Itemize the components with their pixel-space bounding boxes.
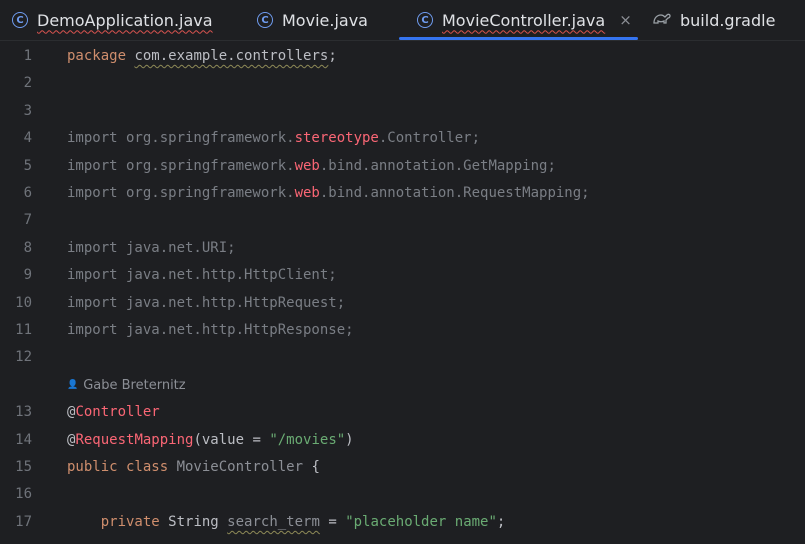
- code-token: RequestMapping: [75, 431, 194, 448]
- code-token: import org.springframework.: [67, 185, 295, 201]
- code-token: import java.net.http.HttpRequest;: [67, 294, 346, 311]
- code-token: "/movies": [269, 431, 346, 448]
- code-token: import java.net.http.HttpResponse;: [67, 322, 354, 338]
- tab-demo-application[interactable]: C DemoApplication.java: [12, 0, 213, 40]
- code-line[interactable]: 5 import org.springframework.web.bind.ann…: [0, 153, 805, 180]
- code-token: import java.net.http.HttpClient;: [67, 267, 337, 284]
- editor-tab-bar: C DemoApplication.java C Movie.java C Mo…: [0, 0, 805, 41]
- code-token: web: [294, 157, 320, 174]
- code-line[interactable]: 6 import org.springframework.web.bind.ann…: [0, 180, 805, 207]
- line-number: 5: [23, 157, 32, 174]
- code-line[interactable]: 9 import java.net.http.HttpClient;: [0, 262, 805, 289]
- code-line[interactable]: 11 import java.net.http.HttpResponse;: [0, 317, 805, 344]
- tab-label: MovieController.java: [442, 10, 606, 30]
- author-name: Gabe Breternitz: [83, 377, 186, 393]
- code-text: import org.springframework.web.bind.anno…: [67, 153, 556, 180]
- code-author-hint[interactable]: 👤 Gabe Breternitz: [67, 372, 186, 399]
- line-number: 7: [23, 212, 32, 229]
- code-line[interactable]: 13 @Controller: [0, 399, 805, 426]
- code-line[interactable]: 14 @RequestMapping(value = "/movies"): [0, 427, 805, 454]
- code-line[interactable]: 15 public class MovieController {: [0, 454, 805, 481]
- code-token: stereotype: [294, 130, 379, 147]
- class-icon: C: [257, 12, 273, 28]
- code-token: import org.springframework.: [67, 130, 295, 147]
- line-number: 3: [23, 102, 32, 119]
- line-number: 11: [15, 322, 32, 338]
- code-line[interactable]: 10 import java.net.http.HttpRequest;: [0, 290, 805, 317]
- line-number: 8: [23, 239, 32, 256]
- code-text: import java.net.URI;: [67, 235, 236, 262]
- class-icon: C: [417, 12, 433, 28]
- code-line[interactable]: 4 import org.springframework.stereotype.C…: [0, 125, 805, 152]
- tab-build-gradle[interactable]: build.gradle: [652, 0, 775, 40]
- code-text: private String search_term = "placeholde…: [67, 509, 506, 536]
- line-number: 14: [15, 431, 32, 448]
- line-number: 16: [15, 486, 32, 503]
- code-text: import java.net.http.HttpResponse;: [67, 317, 354, 344]
- line-number: 10: [15, 294, 32, 311]
- code-token: ;: [328, 48, 337, 64]
- code-text: @Controller: [67, 399, 160, 426]
- line-number: 17: [15, 513, 32, 530]
- code-line[interactable]: 2: [0, 70, 805, 97]
- tab-label: Movie.java: [282, 10, 368, 30]
- person-icon: 👤: [67, 379, 79, 390]
- tab-label: build.gradle: [680, 10, 776, 30]
- code-token: web: [294, 185, 320, 201]
- code-token: .bind.annotation.GetMapping;: [319, 157, 556, 174]
- code-token: public class: [67, 459, 177, 475]
- code-token: "placeholder name": [345, 513, 497, 530]
- code-token: search_term: [227, 513, 320, 530]
- code-line[interactable]: 17 private String search_term = "placeho…: [0, 509, 805, 536]
- close-icon[interactable]: ×: [619, 11, 632, 29]
- tab-movie[interactable]: C Movie.java: [257, 0, 368, 40]
- code-token: .bind.annotation.RequestMapping;: [319, 185, 590, 201]
- code-line[interactable]: 3: [0, 98, 805, 125]
- line-number: 4: [23, 130, 32, 147]
- code-token: package: [67, 48, 135, 64]
- code-token: {: [303, 459, 320, 475]
- gradle-icon: [652, 10, 672, 30]
- code-token: String: [168, 513, 228, 530]
- tab-movie-controller[interactable]: C MovieController.java ×: [417, 0, 632, 40]
- line-number: 2: [23, 75, 32, 92]
- code-text: import java.net.http.HttpRequest;: [67, 290, 345, 317]
- code-line[interactable]: 16: [0, 481, 805, 508]
- code-token: import java.net.URI;: [67, 239, 236, 256]
- code-token: ): [345, 431, 354, 448]
- code-line[interactable]: 8 import java.net.URI;: [0, 235, 805, 262]
- code-line[interactable]: 1 package com.example.controllers;: [0, 43, 805, 70]
- code-line[interactable]: 7: [0, 207, 805, 234]
- code-token: ;: [496, 513, 506, 530]
- code-token: MovieController: [176, 459, 304, 475]
- line-number: 12: [15, 349, 32, 366]
- code-text: import org.springframework.web.bind.anno…: [67, 180, 590, 207]
- line-number: 6: [23, 185, 32, 201]
- line-number: 1: [23, 48, 32, 64]
- active-tab-indicator: [399, 37, 638, 40]
- code-token: Controller: [75, 404, 160, 421]
- class-icon: C: [12, 12, 28, 28]
- code-token: private: [100, 513, 169, 530]
- code-text: @RequestMapping(value = "/movies"): [67, 427, 354, 454]
- tab-label: DemoApplication.java: [37, 10, 213, 30]
- code-text: public class MovieController {: [67, 454, 320, 481]
- code-token: (value =: [193, 431, 270, 448]
- code-editor[interactable]: 1 package com.example.controllers; 2 3 4 impo…: [0, 41, 805, 544]
- code-token: .Controller;: [378, 130, 481, 147]
- code-line[interactable]: 12: [0, 344, 805, 371]
- code-token: =: [319, 513, 346, 530]
- line-number: 15: [15, 459, 32, 475]
- code-text: import org.springframework.stereotype.Co…: [67, 125, 480, 152]
- code-token: import org.springframework.: [67, 157, 295, 174]
- code-text: package com.example.controllers;: [67, 43, 337, 70]
- code-text: import java.net.http.HttpClient;: [67, 262, 337, 289]
- line-number: 9: [23, 267, 32, 284]
- line-number: 13: [15, 404, 32, 421]
- code-token: com.example.controllers: [134, 48, 329, 64]
